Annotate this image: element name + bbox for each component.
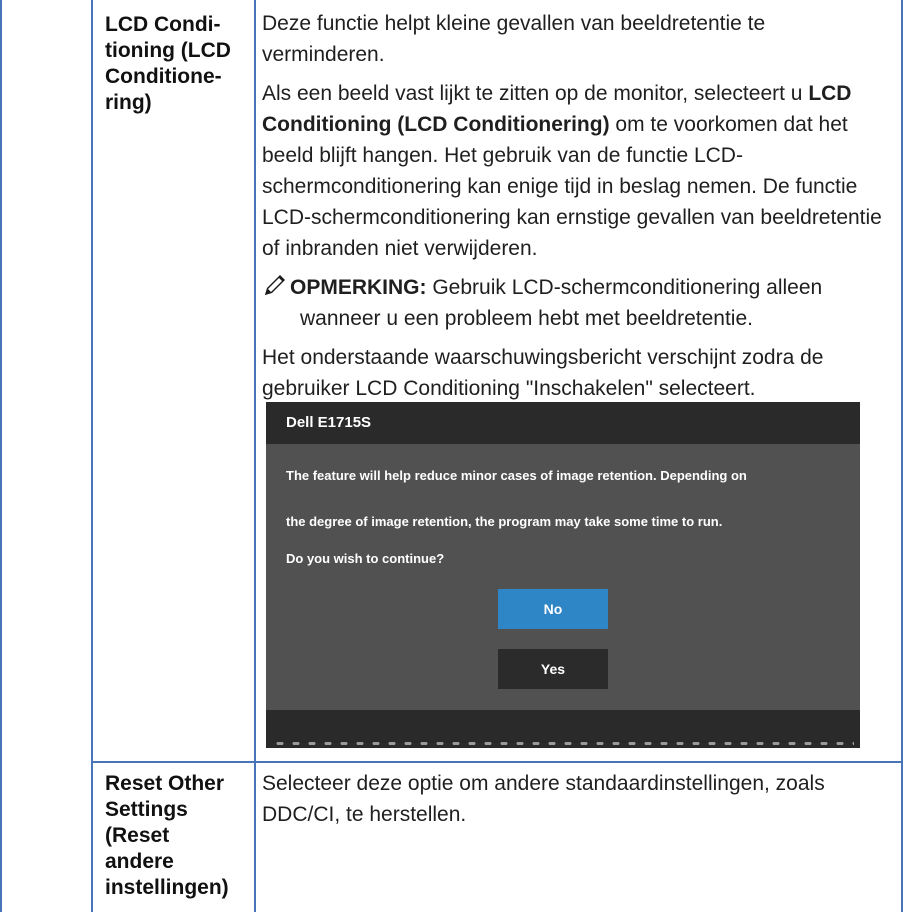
- description-paragraph: Selecteer deze optie om andere standaard…: [262, 772, 825, 826]
- description-paragraph: Als een beeld vast lijkt te zitten op de…: [262, 82, 882, 260]
- setting-description-lcd-conditioning: Deze functie helpt kleine gevallen van b…: [262, 8, 892, 412]
- osd-title: Dell E1715S: [286, 414, 372, 431]
- osd-title-bar: Dell E1715S: [266, 402, 860, 444]
- osd-message-line: The feature will help reduce minor cases…: [286, 468, 747, 483]
- table-border-left: [0, 0, 2, 912]
- description-paragraph: Het onderstaande waarschuwingsbericht ve…: [262, 346, 824, 400]
- description-paragraph: Deze functie helpt kleine gevallen van b…: [262, 12, 766, 66]
- table-border-col2: [254, 0, 256, 912]
- pencil-note-icon: [262, 272, 288, 298]
- settings-table: LCD Condi- tioning (LCD Conditione- ring…: [0, 0, 903, 912]
- osd-dotted-edge: [272, 742, 854, 745]
- note-block: OPMERKING: Gebruik LCD-schermconditioner…: [262, 272, 892, 334]
- table-border-col1: [91, 0, 93, 912]
- osd-yes-button[interactable]: Yes: [498, 649, 608, 689]
- osd-message-line: the degree of image retention, the progr…: [286, 514, 723, 529]
- setting-name-lcd-conditioning: LCD Condi- tioning (LCD Conditione- ring…: [105, 13, 231, 114]
- osd-warning-dialog: Dell E1715S The feature will help reduce…: [266, 402, 860, 748]
- osd-question: Do you wish to continue?: [286, 551, 445, 566]
- setting-name-reset-other-settings: Reset Other Settings (Reset andere inste…: [105, 772, 229, 899]
- osd-no-button[interactable]: No: [498, 589, 608, 629]
- table-row-divider: [91, 761, 903, 763]
- table-border-right: [901, 0, 903, 912]
- setting-description-reset-other-settings: Selecteer deze optie om andere standaard…: [262, 768, 892, 838]
